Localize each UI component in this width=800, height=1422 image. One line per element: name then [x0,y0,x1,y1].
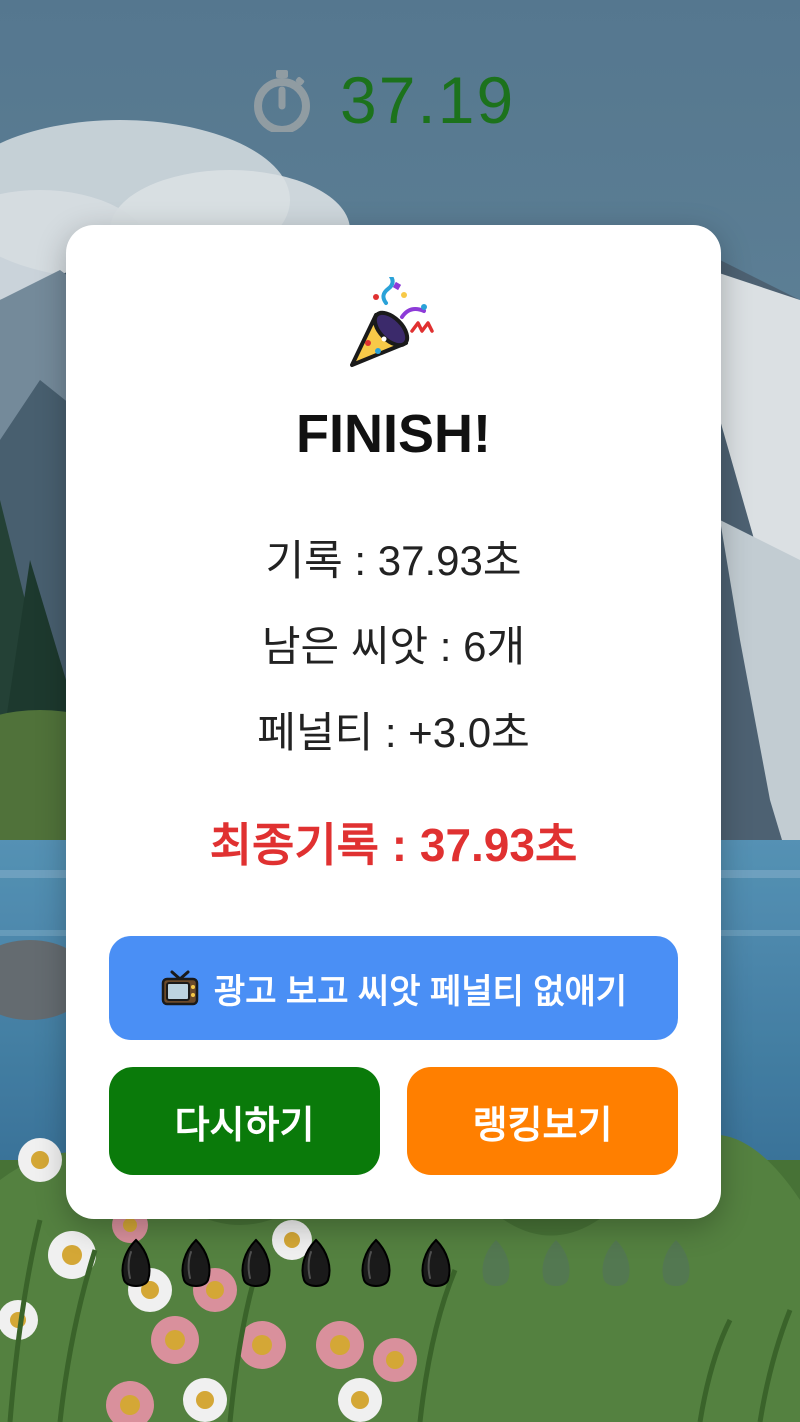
remaining-seeds-text: 남은 씨앗 : 6개 [261,623,526,670]
finish-title: FINISH! [296,404,491,464]
game-screen: 37.19 FINISH! 기록 : 37.93초 남은 씨앗 : 6개 페널티… [0,0,800,1422]
penalty-text: 페널티 : +3.0초 [257,709,530,756]
final-record-text: 최종기록 : 37.93초 [209,819,578,871]
ranking-button-label: 랭킹보기 [472,1104,613,1147]
retry-button[interactable]: 다시하기 [109,1067,380,1175]
tv-icon [161,970,199,1006]
record-text: 기록 : 37.93초 [265,537,522,584]
watch-ad-remove-penalty-button[interactable]: 광고 보고 씨앗 페널티 없애기 [109,936,678,1040]
party-popper-icon [350,277,434,367]
result-dialog: FINISH! 기록 : 37.93초 남은 씨앗 : 6개 페널티 : +3.… [66,225,721,1219]
ranking-button[interactable]: 랭킹보기 [407,1067,678,1175]
watch-ad-button-label: 광고 보고 씨앗 페널티 없애기 [213,972,628,1011]
retry-button-label: 다시하기 [174,1104,315,1147]
